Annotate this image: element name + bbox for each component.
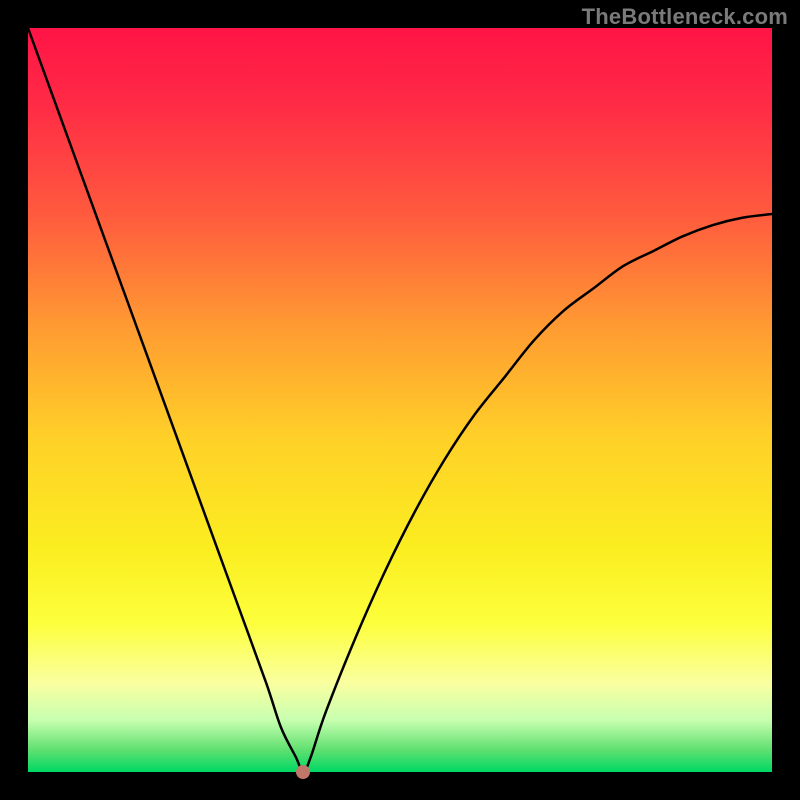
watermark-text: TheBottleneck.com [582,4,788,30]
bottleneck-curve [28,28,772,772]
plot-area [28,28,772,772]
chart-frame: TheBottleneck.com [0,0,800,800]
minimum-marker-dot [296,765,310,779]
